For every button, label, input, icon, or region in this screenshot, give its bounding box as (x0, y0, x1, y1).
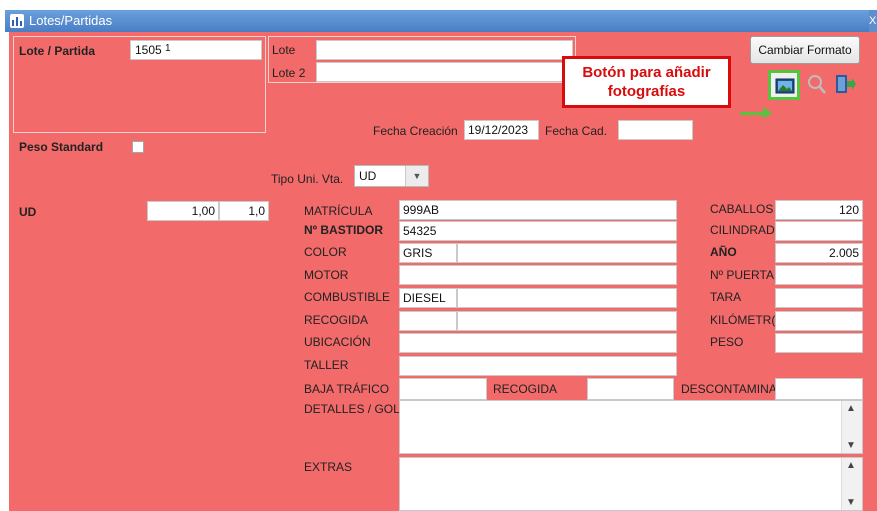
exit-icon[interactable] (833, 72, 857, 96)
ubicacion-field[interactable] (399, 333, 677, 353)
lote-partida-suffix: 1 (165, 43, 171, 54)
close-button[interactable]: X (869, 10, 877, 32)
puertas-field[interactable] (775, 265, 863, 285)
ubicacion-label: UBICACIÓN (304, 335, 371, 349)
recogida2-field[interactable] (587, 378, 674, 400)
add-photo-button[interactable] (768, 70, 800, 100)
baja-trafico-field[interactable] (399, 378, 487, 400)
scroll-down-icon[interactable]: ▼ (846, 497, 856, 508)
extras-label: EXTRAS (304, 460, 353, 474)
extras-scrollbar[interactable]: ▲ ▼ (841, 458, 862, 510)
peso-field[interactable] (775, 333, 863, 353)
color-desc-field[interactable] (457, 243, 677, 263)
photo-callout: Botón para añadir fotografías (562, 56, 731, 108)
window-title: Lotes/Partidas (29, 13, 113, 28)
callout-line1: Botón para añadir (582, 64, 711, 81)
ud-label: UD (19, 205, 37, 219)
color-code-field[interactable]: GRIS (399, 243, 457, 263)
detalles-scrollbar[interactable]: ▲ ▼ (841, 401, 862, 453)
callout-line2: fotografías (607, 83, 686, 100)
lote-label: Lote (272, 43, 296, 57)
caballos-field[interactable]: 120 (775, 200, 863, 220)
cilindrada-label: CILINDRAD (710, 223, 775, 237)
recogida-code-field[interactable] (399, 311, 457, 331)
recogida2-label: RECOGIDA (493, 382, 558, 396)
main-panel: Lote / Partida 1505 1 Lote Lote 2 Cambia… (9, 32, 877, 511)
baja-trafico-label: BAJA TRÁFICO (304, 382, 390, 396)
taller-label: TALLER (304, 358, 349, 372)
tipo-uni-vta-label: Tipo Uni. Vta. (271, 172, 344, 186)
cambiar-formato-button[interactable]: Cambiar Formato (750, 36, 860, 64)
cilindrada-field[interactable] (775, 221, 863, 241)
detalles-textarea[interactable]: ▲ ▼ (399, 400, 863, 454)
lotes-window: Lotes/Partidas X Lote / Partida 1505 1 L… (0, 0, 877, 511)
bastidor-label: Nº BASTIDOR (304, 223, 384, 237)
fecha-cad-field[interactable] (618, 120, 693, 140)
fecha-creacion-label: Fecha Creación (373, 124, 458, 138)
image-icon (775, 78, 795, 94)
combustible-desc-field[interactable] (457, 288, 677, 308)
tara-label: TARA (710, 290, 742, 304)
recogida-desc-field[interactable] (457, 311, 677, 331)
search-icon[interactable] (805, 72, 829, 96)
lote-partida-label: Lote / Partida (19, 44, 96, 58)
recogida-label: RECOGIDA (304, 313, 369, 327)
anio-field[interactable]: 2.005 (775, 243, 863, 263)
caballos-label: CABALLOS (710, 202, 774, 216)
lote2-field[interactable] (316, 62, 573, 82)
extras-textarea[interactable]: ▲ ▼ (399, 457, 863, 511)
scroll-up-icon[interactable]: ▲ (846, 403, 856, 414)
kilometros-field[interactable] (775, 311, 863, 331)
tara-field[interactable] (775, 288, 863, 308)
motor-field[interactable] (399, 265, 677, 285)
puertas-label: Nº PUERTA (710, 268, 774, 282)
tipo-uni-vta-select[interactable]: UD ▼ (354, 165, 429, 187)
peso-standard-checkbox[interactable] (132, 141, 144, 153)
motor-label: MOTOR (304, 268, 349, 282)
callout-arrowhead (763, 107, 772, 119)
fecha-cad-label: Fecha Cad. (545, 124, 608, 138)
lote2-label: Lote 2 (272, 66, 306, 80)
anio-label: AÑO (710, 245, 737, 259)
peso-label: PESO (710, 335, 744, 349)
color-label: COLOR (304, 245, 347, 259)
matricula-label: MATRÍCULA (304, 204, 373, 218)
lote-field[interactable] (316, 40, 573, 60)
bastidor-field[interactable]: 54325 (399, 221, 677, 241)
descontamina-field[interactable] (775, 378, 863, 400)
combustible-label: COMBUSTIBLE (304, 290, 391, 304)
app-icon (10, 14, 24, 28)
kilometros-label: KILÓMETR( (710, 313, 776, 327)
tipo-uni-vta-value: UD (359, 169, 377, 183)
lote-partida-value: 1505 (135, 43, 162, 57)
taller-field[interactable] (399, 356, 677, 376)
peso-standard-label: Peso Standard (19, 140, 104, 154)
lote-partida-field[interactable]: 1505 1 (130, 40, 262, 60)
title-bar: Lotes/Partidas X (5, 10, 877, 32)
fecha-creacion-field[interactable]: 19/12/2023 (464, 120, 539, 140)
detalles-label: DETALLES / GOL (304, 402, 400, 416)
ud-factor-field[interactable]: 1,0 (219, 201, 269, 221)
matricula-field[interactable]: 999AB (399, 200, 677, 220)
combustible-code-field[interactable]: DIESEL (399, 288, 457, 308)
scroll-down-icon[interactable]: ▼ (846, 440, 856, 451)
chevron-down-icon[interactable]: ▼ (405, 166, 428, 186)
descontamina-label: DESCONTAMINA (681, 382, 777, 396)
scroll-up-icon[interactable]: ▲ (846, 460, 856, 471)
ud-quantity-field[interactable]: 1,00 (147, 201, 219, 221)
